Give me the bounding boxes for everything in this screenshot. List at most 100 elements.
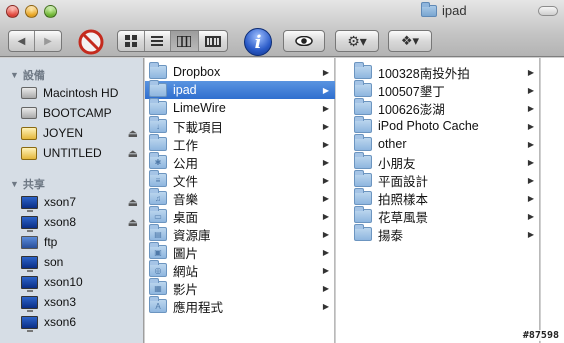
folder-row-ipad[interactable]: ipad ▶ — [145, 80, 335, 99]
browser-column-empty[interactable] — [541, 58, 564, 343]
sidebar-item-label: son — [44, 255, 64, 269]
sidebar-header-label: 設備 — [22, 70, 45, 82]
folder-label: iPod Photo Cache — [378, 119, 479, 133]
sidebar-item-joyen[interactable]: JOYEN ⏏ — [21, 124, 144, 142]
folder-label: 工作 — [173, 138, 199, 153]
chevron-right-icon: ▶ — [322, 265, 329, 275]
folder-row[interactable]: other ▶ — [336, 134, 540, 153]
back-button[interactable]: ◀ — [9, 31, 36, 51]
sidebar-item-xson3[interactable]: xson3 — [21, 293, 144, 312]
folder-row-documents[interactable]: ≡ 文件 ▶ — [145, 170, 335, 189]
folder-icon — [421, 1, 437, 17]
column-view-button[interactable] — [171, 31, 199, 51]
computer-icon — [21, 275, 38, 292]
folder-row-work[interactable]: 工作 ▶ — [145, 134, 335, 153]
folder-row-music[interactable]: ♫ 音樂 ▶ — [145, 188, 335, 207]
folder-label: 拍照樣本 — [378, 192, 429, 207]
folder-row[interactable]: 小朋友 ▶ — [336, 152, 540, 171]
view-selector — [117, 30, 228, 52]
coverflow-view-button[interactable] — [199, 31, 227, 51]
dropbox-icon: ❖▾ — [400, 33, 420, 48]
folder-row[interactable]: 花草風景 ▶ — [336, 206, 540, 225]
folder-row-desktop[interactable]: ▭ 桌面 ▶ — [145, 206, 335, 225]
folder-row[interactable]: 100507墾丁 ▶ — [336, 80, 540, 99]
folder-row[interactable]: 100328南投外拍 ▶ — [336, 62, 540, 81]
library-folder-icon: ▤ — [149, 224, 167, 241]
toolbar-toggle-button[interactable] — [538, 6, 558, 16]
folder-icon — [354, 152, 372, 169]
chevron-right-icon: ▶ — [322, 103, 329, 113]
column-view-icon — [177, 35, 192, 47]
folder-row[interactable]: 平面設計 ▶ — [336, 170, 540, 189]
folder-icon — [149, 134, 167, 151]
get-info-button[interactable]: i — [244, 28, 272, 56]
zoom-button[interactable] — [44, 5, 57, 18]
forward-arrow-icon: ▶ — [44, 35, 52, 47]
computer-icon — [21, 315, 38, 332]
folder-row[interactable]: 揚泰 ▶ — [336, 224, 540, 243]
icon-view-button[interactable] — [118, 31, 145, 51]
icon-view-icon — [124, 35, 137, 47]
window-toolbar: ipad ◀ ▶ i ⚙▾ ❖▾ — [0, 0, 564, 57]
browser-column-ipad[interactable]: 100328南投外拍 ▶ 100507墾丁 ▶ 100626澎湖 ▶ iPod … — [336, 58, 540, 343]
chevron-right-icon: ▶ — [527, 211, 534, 221]
eject-icon[interactable]: ⏏ — [128, 127, 138, 140]
sidebar-item-bootcamp[interactable]: BOOTCAMP — [21, 104, 144, 122]
list-view-icon — [151, 35, 164, 46]
folder-label: 小朋友 — [378, 156, 416, 171]
folder-row-limewire[interactable]: LimeWire ▶ — [145, 98, 335, 117]
chevron-right-icon: ▶ — [527, 175, 534, 185]
sidebar-item-macintosh-hd[interactable]: Macintosh HD — [21, 84, 144, 102]
sidebar-item-ftp[interactable]: ftp — [21, 233, 144, 251]
eject-icon[interactable]: ⏏ — [128, 196, 138, 209]
sites-folder-icon: ◎ — [149, 260, 167, 277]
list-view-button[interactable] — [145, 31, 172, 51]
folder-icon — [354, 224, 372, 241]
folder-label: Dropbox — [173, 65, 221, 79]
folder-label: 100626澎湖 — [378, 102, 445, 117]
gear-icon: ⚙▾ — [347, 32, 367, 49]
sidebar-item-label: BOOTCAMP — [43, 106, 112, 120]
network-icon — [21, 235, 38, 249]
folder-row-movies[interactable]: ▦ 影片 ▶ — [145, 278, 335, 297]
folder-label: 100507墾丁 — [378, 84, 445, 99]
sidebar-item-xson7[interactable]: xson7 ⏏ — [21, 193, 144, 212]
folder-icon — [354, 206, 372, 223]
sidebar-item-xson6[interactable]: xson6 — [21, 313, 144, 332]
folder-row[interactable]: 拍照樣本 ▶ — [336, 188, 540, 207]
folder-row-library[interactable]: ▤ 資源庫 ▶ — [145, 224, 335, 243]
sidebar-header-devices[interactable]: ▼ 設備 — [10, 67, 45, 83]
browser-column-home[interactable]: Dropbox ▶ ipad ▶ LimeWire ▶ ↓ 下載項目 ▶ 工作 … — [145, 58, 335, 343]
sidebar: ▼ 設備 Macintosh HD BOOTCAMP JOYEN ⏏ UNTIT… — [0, 58, 144, 343]
folder-label: other — [378, 137, 407, 151]
folder-row-dropbox[interactable]: Dropbox ▶ — [145, 62, 335, 81]
folder-icon — [354, 98, 372, 115]
folder-row-downloads[interactable]: ↓ 下載項目 ▶ — [145, 116, 335, 135]
quick-look-button[interactable] — [283, 30, 325, 52]
folder-label: ipad — [173, 83, 197, 97]
sidebar-item-xson10[interactable]: xson10 — [21, 273, 144, 292]
sidebar-header-shared[interactable]: ▼ 共享 — [10, 176, 45, 192]
chevron-right-icon: ▶ — [322, 67, 329, 77]
folder-row[interactable]: 100626澎湖 ▶ — [336, 98, 540, 117]
close-button[interactable] — [6, 5, 19, 18]
dropbox-menu-button[interactable]: ❖▾ — [388, 30, 432, 52]
sidebar-item-untitled[interactable]: UNTITLED ⏏ — [21, 144, 144, 162]
folder-row[interactable]: iPod Photo Cache ▶ — [336, 116, 540, 135]
sidebar-item-xson8[interactable]: xson8 ⏏ — [21, 213, 144, 232]
sidebar-item-label: ftp — [44, 235, 58, 249]
folder-row-public[interactable]: ✱ 公用 ▶ — [145, 152, 335, 171]
folder-row-sites[interactable]: ◎ 網站 ▶ — [145, 260, 335, 279]
eject-icon[interactable]: ⏏ — [128, 216, 138, 229]
computer-icon — [21, 295, 38, 312]
forward-button[interactable]: ▶ — [35, 31, 61, 51]
action-menu-button[interactable]: ⚙▾ — [335, 30, 379, 52]
sidebar-item-son[interactable]: son — [21, 253, 144, 272]
folder-icon — [354, 62, 372, 79]
eject-icon[interactable]: ⏏ — [128, 147, 138, 160]
minimize-button[interactable] — [25, 5, 38, 18]
folder-row-applications[interactable]: A 應用程式 ▶ — [145, 296, 335, 315]
no-entry-button[interactable] — [78, 29, 104, 55]
folder-icon — [354, 116, 372, 133]
folder-row-pictures[interactable]: ▣ 圖片 ▶ — [145, 242, 335, 261]
